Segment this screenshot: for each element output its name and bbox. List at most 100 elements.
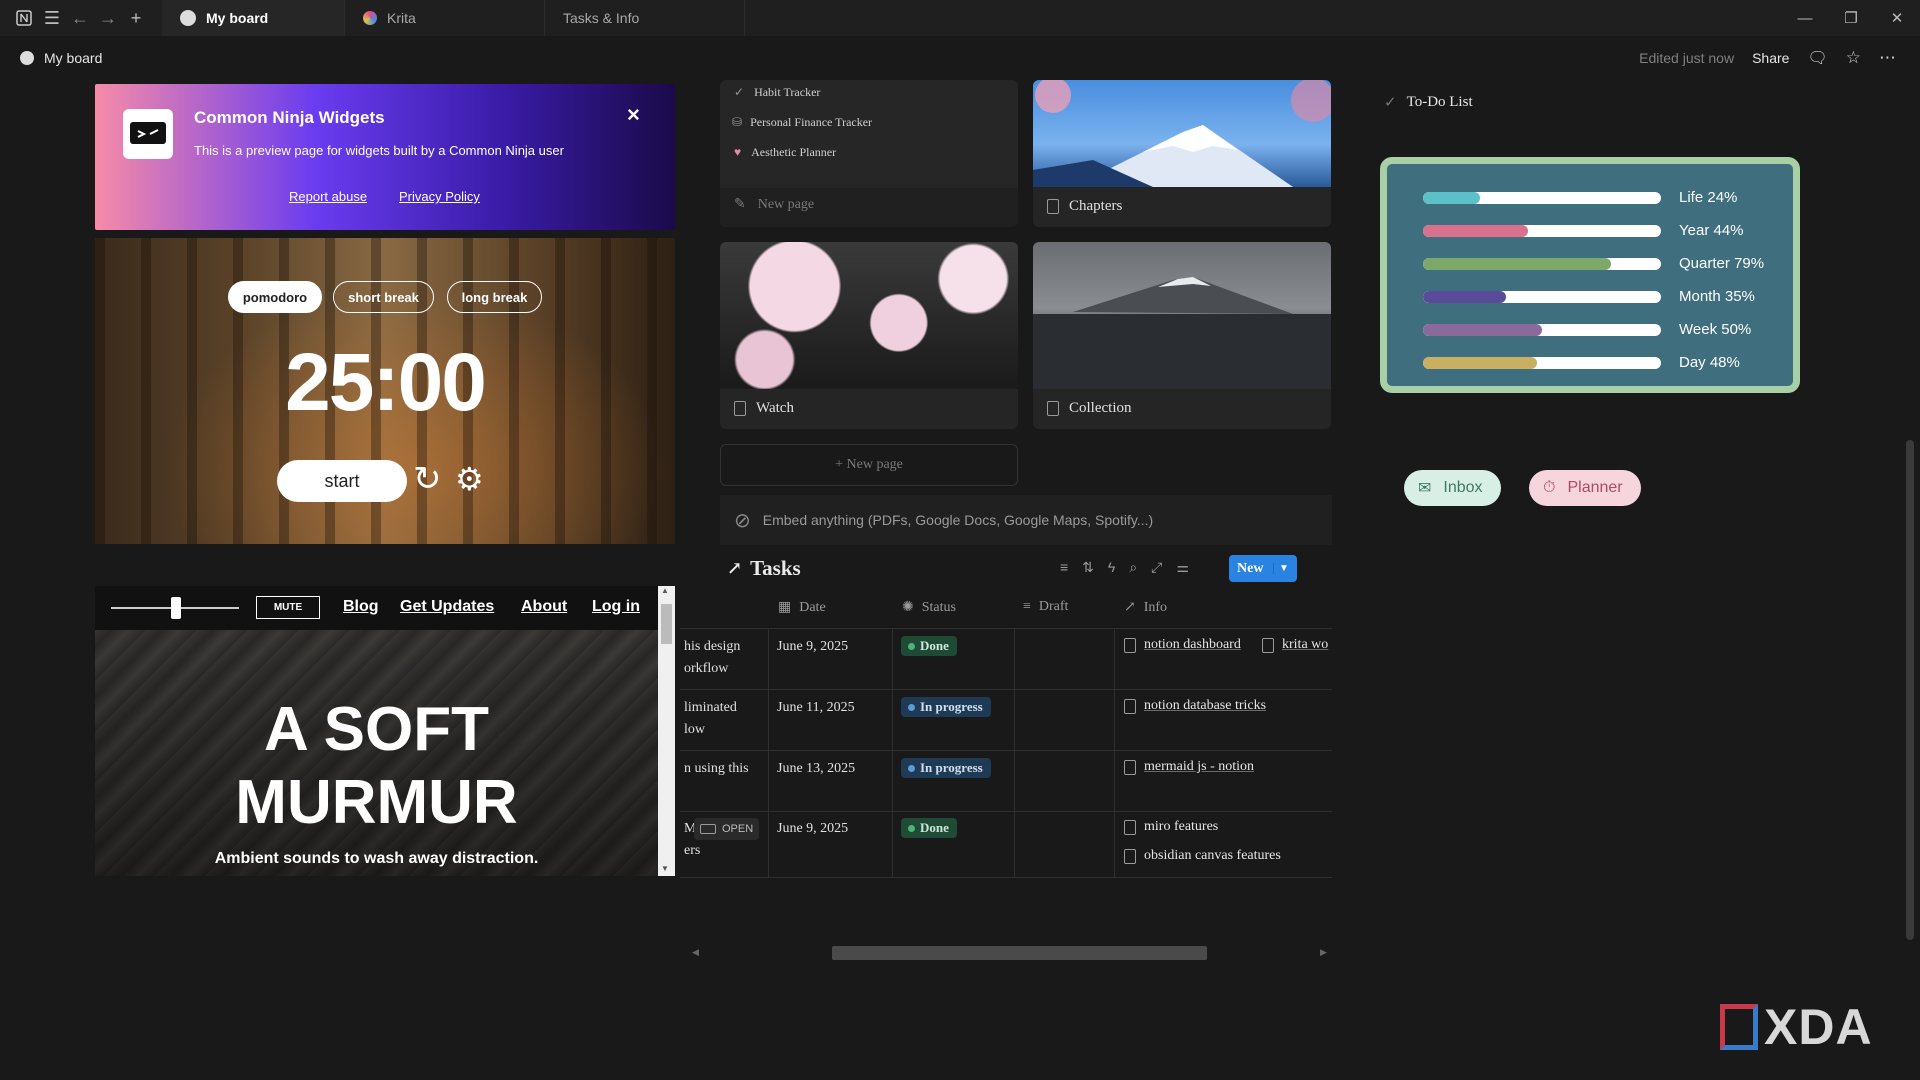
mountain-icon <box>1033 277 1331 389</box>
info-link[interactable]: notion dashboard <box>1124 637 1241 653</box>
sort-icon[interactable]: ⇅ <box>1082 559 1094 576</box>
progress-bar-track <box>1423 357 1661 369</box>
start-button[interactable]: start <box>277 460 407 502</box>
task-name-line2[interactable]: low <box>684 719 705 741</box>
automation-icon[interactable]: ϟ <box>1108 559 1115 576</box>
close-window-icon[interactable]: ✕ <box>1874 0 1920 36</box>
settings-gear-icon[interactable]: ⚙ <box>455 460 484 498</box>
task-date[interactable]: June 13, 2025 <box>777 758 855 780</box>
expand-icon[interactable]: ⤢ <box>1151 559 1162 576</box>
share-button[interactable]: Share <box>1752 50 1789 66</box>
task-name-line2[interactable]: orkflow <box>684 658 728 680</box>
blog-link[interactable]: Blog <box>343 598 379 616</box>
pomodoro-mode-button[interactable]: pomodoro <box>228 281 322 313</box>
minimize-icon[interactable]: — <box>1782 0 1828 36</box>
scroll-right-icon[interactable]: ▶ <box>1320 947 1327 958</box>
restore-icon[interactable]: ❐ <box>1828 0 1874 36</box>
menu-icon[interactable]: ☰ <box>38 0 66 36</box>
status-badge[interactable]: In progress <box>901 758 991 778</box>
page-icon <box>1047 199 1059 214</box>
chevron-down-icon[interactable]: ▼ <box>1273 563 1289 574</box>
ninja-title: Common Ninja Widgets <box>194 108 385 127</box>
chapters-card[interactable]: Chapters <box>1033 80 1331 227</box>
info-link[interactable]: mermaid js - notion <box>1124 759 1254 775</box>
reset-icon[interactable]: ↻ <box>413 459 442 499</box>
report-abuse-link[interactable]: Report abuse <box>289 189 367 204</box>
task-date[interactable]: June 9, 2025 <box>777 818 848 840</box>
info-link[interactable]: notion database tricks <box>1124 698 1266 714</box>
collection-card[interactable]: Collection <box>1033 242 1331 429</box>
long-break-button[interactable]: long break <box>447 281 542 313</box>
task-date[interactable]: June 11, 2025 <box>777 697 855 719</box>
embed-block[interactable]: ⊘ Embed anything (PDFs, Google Docs, Goo… <box>720 495 1332 545</box>
progress-bar-track <box>1423 192 1661 204</box>
login-link[interactable]: Log in <box>592 598 640 616</box>
new-task-button[interactable]: New ▼ <box>1229 555 1297 582</box>
back-arrow-icon[interactable]: ← <box>66 0 94 36</box>
open-button[interactable]: OPEN <box>694 818 760 840</box>
column-header-status[interactable]: ✺ Status <box>902 599 956 616</box>
card-label: Watch <box>734 400 794 417</box>
list-card[interactable]: ✓ Habit Tracker ⛁ Personal Finance Tracker… <box>720 80 1018 227</box>
list-item[interactable]: ⛁ Personal Finance Tracker <box>732 115 872 130</box>
check-icon: ✓ <box>734 85 745 99</box>
scroll-left-icon[interactable]: ◀ <box>692 947 699 958</box>
task-name-line1[interactable]: n using this <box>684 758 749 780</box>
column-divider <box>768 628 769 877</box>
tab-my-board[interactable]: My board <box>162 0 345 36</box>
new-page-link[interactable]: ✎ New page <box>734 196 814 213</box>
task-name-line2[interactable]: ers <box>684 840 700 862</box>
ninja-logo-icon <box>123 109 173 159</box>
info-link[interactable]: obsidian canvas features <box>1124 848 1281 864</box>
breadcrumb[interactable]: My board <box>44 50 102 66</box>
comment-icon[interactable]: 🗨 <box>1807 48 1827 68</box>
task-date[interactable]: June 9, 2025 <box>777 636 848 658</box>
watch-card[interactable]: Watch <box>720 242 1018 429</box>
common-ninja-banner: Common Ninja Widgets This is a preview p… <box>95 84 675 230</box>
list-item[interactable]: ♥ Aesthetic Planner <box>734 145 836 160</box>
status-badge[interactable]: In progress <box>901 697 991 717</box>
column-header-date[interactable]: ▦ Date <box>778 599 826 616</box>
new-tab-icon[interactable]: + <box>122 0 150 36</box>
progress-bar-label: Year 44% <box>1679 222 1744 239</box>
status-dot <box>908 764 915 772</box>
info-link[interactable]: krita wo <box>1262 637 1332 653</box>
heart-icon: ♥ <box>734 145 742 159</box>
info-link[interactable]: miro features <box>1124 819 1218 835</box>
column-header-draft[interactable]: ≡ Draft <box>1023 599 1068 615</box>
todo-link[interactable]: ✓ To-Do List <box>1384 93 1473 112</box>
about-link[interactable]: About <box>521 598 567 616</box>
star-icon[interactable]: ☆ <box>1846 48 1861 68</box>
planner-button[interactable]: ⏱ Planner <box>1529 470 1641 506</box>
status-dot <box>908 824 915 832</box>
task-name-line1[interactable]: his design <box>684 636 740 658</box>
column-header-info[interactable]: ↗ Info <box>1124 599 1167 616</box>
task-name-line1[interactable]: liminated <box>684 697 737 719</box>
column-divider <box>892 628 893 877</box>
more-icon[interactable]: ⋯ <box>1879 48 1896 68</box>
volume-slider-handle[interactable] <box>171 597 181 619</box>
scroll-down-icon[interactable]: ▼ <box>661 864 669 873</box>
horizontal-scrollbar-thumb[interactable] <box>832 946 1207 960</box>
tab-krita[interactable]: Krita <box>345 0 545 36</box>
tab-tasks-info[interactable]: Tasks & Info <box>545 0 745 36</box>
scrollbar[interactable]: ▲ ▼ <box>658 586 675 876</box>
get-updates-link[interactable]: Get Updates <box>400 598 494 616</box>
scrollbar-thumb[interactable] <box>661 604 672 644</box>
paperclip-icon: ✎ <box>734 197 746 212</box>
page-scrollbar-thumb[interactable] <box>1906 440 1914 940</box>
mute-button[interactable]: MUTE <box>256 596 320 619</box>
status-badge[interactable]: Done <box>901 818 957 838</box>
close-icon[interactable]: × <box>627 102 640 128</box>
status-badge[interactable]: Done <box>901 636 957 656</box>
forward-arrow-icon[interactable]: → <box>94 0 122 36</box>
new-page-button[interactable]: + New page <box>720 444 1018 486</box>
short-break-button[interactable]: short break <box>333 281 434 313</box>
scroll-up-icon[interactable]: ▲ <box>661 586 669 595</box>
list-item[interactable]: ✓ Habit Tracker <box>734 85 820 100</box>
inbox-button[interactable]: ✉ Inbox <box>1404 470 1501 506</box>
filter-icon[interactable]: ≡ <box>1060 559 1068 576</box>
settings-sliders-icon[interactable]: ⚌ <box>1176 559 1189 576</box>
search-icon[interactable]: ⌕ <box>1129 559 1137 576</box>
privacy-policy-link[interactable]: Privacy Policy <box>399 189 480 204</box>
